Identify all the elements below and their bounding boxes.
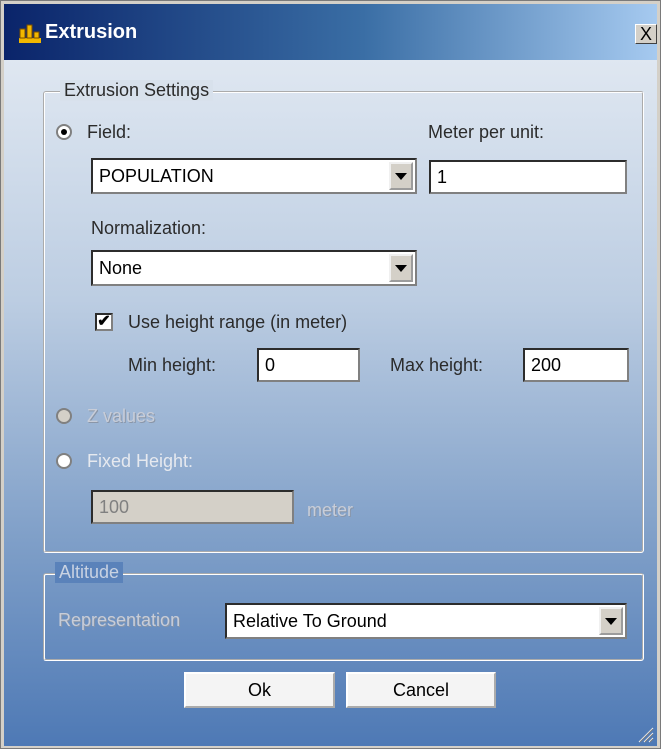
dialog-title: Extrusion xyxy=(45,21,138,43)
field-radio[interactable] xyxy=(56,124,72,140)
resize-grip-icon[interactable] xyxy=(636,725,654,743)
field-select-value: POPULATION xyxy=(99,166,214,186)
max-height-label: Max height: xyxy=(390,355,484,375)
meter-per-unit-label: Meter per unit: xyxy=(428,122,545,142)
min-height-input[interactable]: 0 xyxy=(257,348,360,382)
normalization-select[interactable]: None xyxy=(91,250,417,286)
fixed-height-radio[interactable] xyxy=(56,453,72,469)
extrusion-settings-title: Extrusion Settings xyxy=(60,80,214,101)
extrusion-dialog: Extrusion X Extrusion Settings Field: Me… xyxy=(0,0,661,749)
use-height-range-checkbox[interactable]: ✔ xyxy=(95,313,113,331)
max-height-input[interactable]: 200 xyxy=(523,348,629,382)
extrusion-icon xyxy=(19,24,41,43)
cancel-button[interactable]: Cancel xyxy=(346,672,496,708)
close-icon: X xyxy=(639,24,652,44)
close-button[interactable]: X xyxy=(635,24,657,44)
z-values-label: Z values xyxy=(87,406,156,426)
chevron-down-icon[interactable] xyxy=(389,254,413,282)
fixed-height-label: Fixed Height: xyxy=(87,451,194,471)
chevron-down-icon[interactable] xyxy=(389,162,413,190)
representation-select-value: Relative To Ground xyxy=(233,611,387,631)
field-label: Field: xyxy=(87,122,132,142)
representation-select[interactable]: Relative To Ground xyxy=(225,603,627,639)
ok-button[interactable]: Ok xyxy=(184,672,335,708)
z-values-radio[interactable] xyxy=(56,408,72,424)
dialog-body: Extrusion Settings Field: Meter per unit… xyxy=(4,60,657,746)
chevron-down-icon[interactable] xyxy=(599,607,623,635)
fixed-height-unit: meter xyxy=(307,500,354,520)
altitude-title: Altitude xyxy=(55,562,124,583)
field-select[interactable]: POPULATION xyxy=(91,158,417,194)
normalization-select-value: None xyxy=(99,258,143,278)
title-bar[interactable]: Extrusion X xyxy=(4,4,657,60)
normalization-label: Normalization: xyxy=(91,218,207,238)
fixed-height-input[interactable]: 100 xyxy=(91,490,294,524)
representation-label: Representation xyxy=(58,610,181,630)
use-height-range-label: Use height range (in meter) xyxy=(128,312,348,332)
meter-per-unit-input[interactable]: 1 xyxy=(429,160,627,194)
min-height-label: Min height: xyxy=(128,355,217,375)
